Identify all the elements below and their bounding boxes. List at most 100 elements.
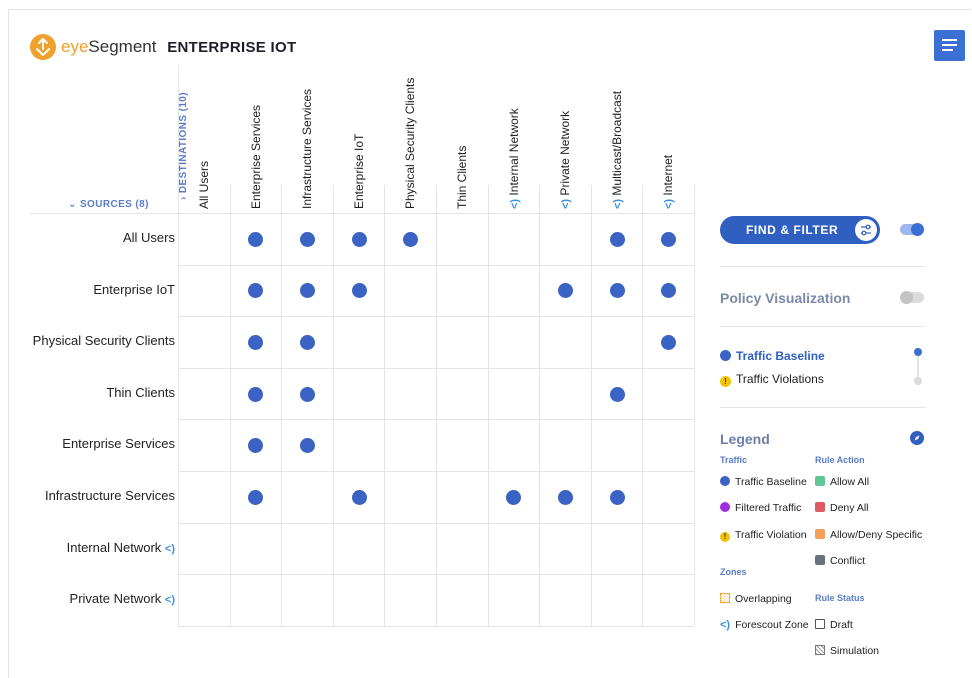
grid-line (30, 213, 694, 214)
deny-swatch-icon (815, 502, 825, 512)
forescout-zone-icon: <) (164, 594, 175, 607)
column-header[interactable]: <) Internet (661, 155, 675, 209)
column-header-label: Thin Clients (455, 145, 469, 209)
overlapping-icon (720, 593, 730, 603)
column-header[interactable]: Enterprise IoT (352, 134, 366, 209)
traffic-violations-option[interactable]: ! Traffic Violations (720, 372, 824, 387)
legend-traffic-violation: ! Traffic Violation (720, 529, 807, 542)
grid-line (436, 185, 437, 626)
hamburger-menu-button[interactable] (934, 30, 965, 61)
find-filter-toggle[interactable] (900, 223, 924, 236)
eyesegment-logo-icon (30, 34, 56, 60)
column-header[interactable]: Infrastructure Services (300, 89, 314, 209)
traffic-dot[interactable] (661, 231, 677, 247)
chevron-down-icon: › (178, 193, 189, 200)
traffic-dot[interactable] (558, 489, 573, 505)
column-header[interactable]: <) Private Network (558, 111, 572, 209)
row-header[interactable]: Private Network <) (70, 591, 175, 606)
traffic-heading: Traffic (720, 455, 748, 465)
row-header[interactable]: Thin Clients (106, 385, 175, 400)
column-header-label: Physical Security Clients (403, 77, 418, 209)
grid-line (642, 185, 644, 626)
traffic-dot[interactable] (609, 489, 625, 505)
row-header[interactable]: All Users (123, 230, 175, 245)
row-header-label: Private Network (69, 591, 162, 607)
traffic-dot[interactable] (248, 386, 264, 402)
grid-line (487, 185, 489, 626)
policy-visualization-toggle[interactable] (900, 291, 924, 304)
find-filter-button[interactable]: FIND & FILTER (720, 216, 880, 244)
row-header-label: Enterprise IoT (93, 281, 175, 297)
find-filter-label: FIND & FILTER (746, 223, 839, 237)
policy-visualization-label: Policy Visualization (720, 290, 851, 306)
column-header-label: Enterprise Services (248, 104, 263, 209)
column-header[interactable]: <) Internal Network (507, 108, 521, 209)
column-header[interactable]: Thin Clients (455, 146, 469, 209)
forescout-zone-icon: <) (663, 198, 676, 209)
mode-slider[interactable] (914, 348, 922, 385)
traffic-dot[interactable] (351, 283, 367, 299)
specific-swatch-icon (815, 529, 825, 539)
baseline-dot-icon (720, 476, 730, 486)
row-header-label: Enterprise Services (62, 436, 175, 452)
row-header-label: Physical Security Clients (32, 333, 175, 349)
forescout-zone-icon: <) (560, 198, 573, 209)
conflict-swatch-icon (815, 555, 825, 565)
row-header-label: Infrastructure Services (44, 488, 175, 503)
column-header-label: Internal Network (506, 108, 521, 196)
forescout-zone-icon: <) (508, 198, 521, 209)
traffic-baseline-option[interactable]: Traffic Baseline (720, 349, 825, 363)
legend-simulation: Simulation (815, 645, 879, 657)
row-header[interactable]: Enterprise Services (62, 436, 175, 451)
grid-line (332, 185, 334, 626)
row-header-label: Thin Clients (106, 384, 175, 400)
simulation-icon (815, 645, 825, 655)
filtered-dot-icon (720, 502, 730, 512)
traffic-baseline-dot-icon (720, 350, 731, 361)
column-header[interactable]: <) Multicast/Broadcast (610, 91, 624, 209)
column-header-label: Multicast/Broadcast (609, 90, 624, 196)
grid-line (178, 625, 694, 627)
compass-icon[interactable] (910, 431, 924, 445)
grid-line (539, 185, 541, 626)
column-header-label: Private Network (558, 110, 573, 196)
traffic-dot[interactable] (403, 231, 419, 247)
row-header-label: All Users (122, 230, 175, 245)
grid-line (694, 185, 695, 626)
column-header[interactable]: Physical Security Clients (403, 78, 417, 209)
traffic-dot[interactable] (300, 386, 315, 402)
grid-line (178, 65, 179, 626)
divider (720, 266, 925, 267)
rule-status-heading: Rule Status (815, 593, 865, 603)
column-header-label: Enterprise IoT (351, 133, 366, 209)
traffic-dot[interactable] (351, 489, 367, 505)
traffic-dot[interactable] (351, 231, 367, 247)
destinations-heading[interactable]: › DESTINATIONS (10) (178, 92, 189, 200)
row-header[interactable]: Internal Network <) (67, 540, 175, 555)
column-header-label: All Users (197, 160, 211, 209)
forescout-zone-icon: <) (164, 542, 175, 555)
row-header[interactable]: Enterprise IoT (93, 282, 175, 297)
legend-allow-all: Allow All (815, 476, 869, 488)
warning-icon: ! (720, 532, 730, 542)
legend-traffic-baseline: Traffic Baseline (720, 476, 807, 488)
rule-action-heading: Rule Action (815, 455, 865, 465)
traffic-dot[interactable] (609, 386, 625, 402)
legend-conflict: Conflict (815, 555, 865, 567)
legend-title: Legend (720, 431, 770, 447)
traffic-dot[interactable] (609, 283, 625, 299)
row-header[interactable]: Infrastructure Services (45, 488, 175, 503)
traffic-dot[interactable] (300, 231, 315, 247)
brand-eye: eye (61, 37, 89, 56)
row-header[interactable]: Physical Security Clients (33, 333, 175, 348)
zones-heading: Zones (720, 567, 747, 577)
allow-swatch-icon (815, 476, 825, 486)
divider (720, 326, 925, 327)
traffic-dot[interactable] (609, 231, 625, 247)
legend-filtered-traffic: Filtered Traffic (720, 502, 801, 514)
traffic-dot[interactable] (300, 335, 315, 350)
divider (720, 407, 925, 408)
sources-heading[interactable]: ⌄ SOURCES (8) (68, 199, 149, 210)
column-header[interactable]: All Users (197, 161, 211, 209)
column-header[interactable]: Enterprise Services (249, 105, 263, 209)
